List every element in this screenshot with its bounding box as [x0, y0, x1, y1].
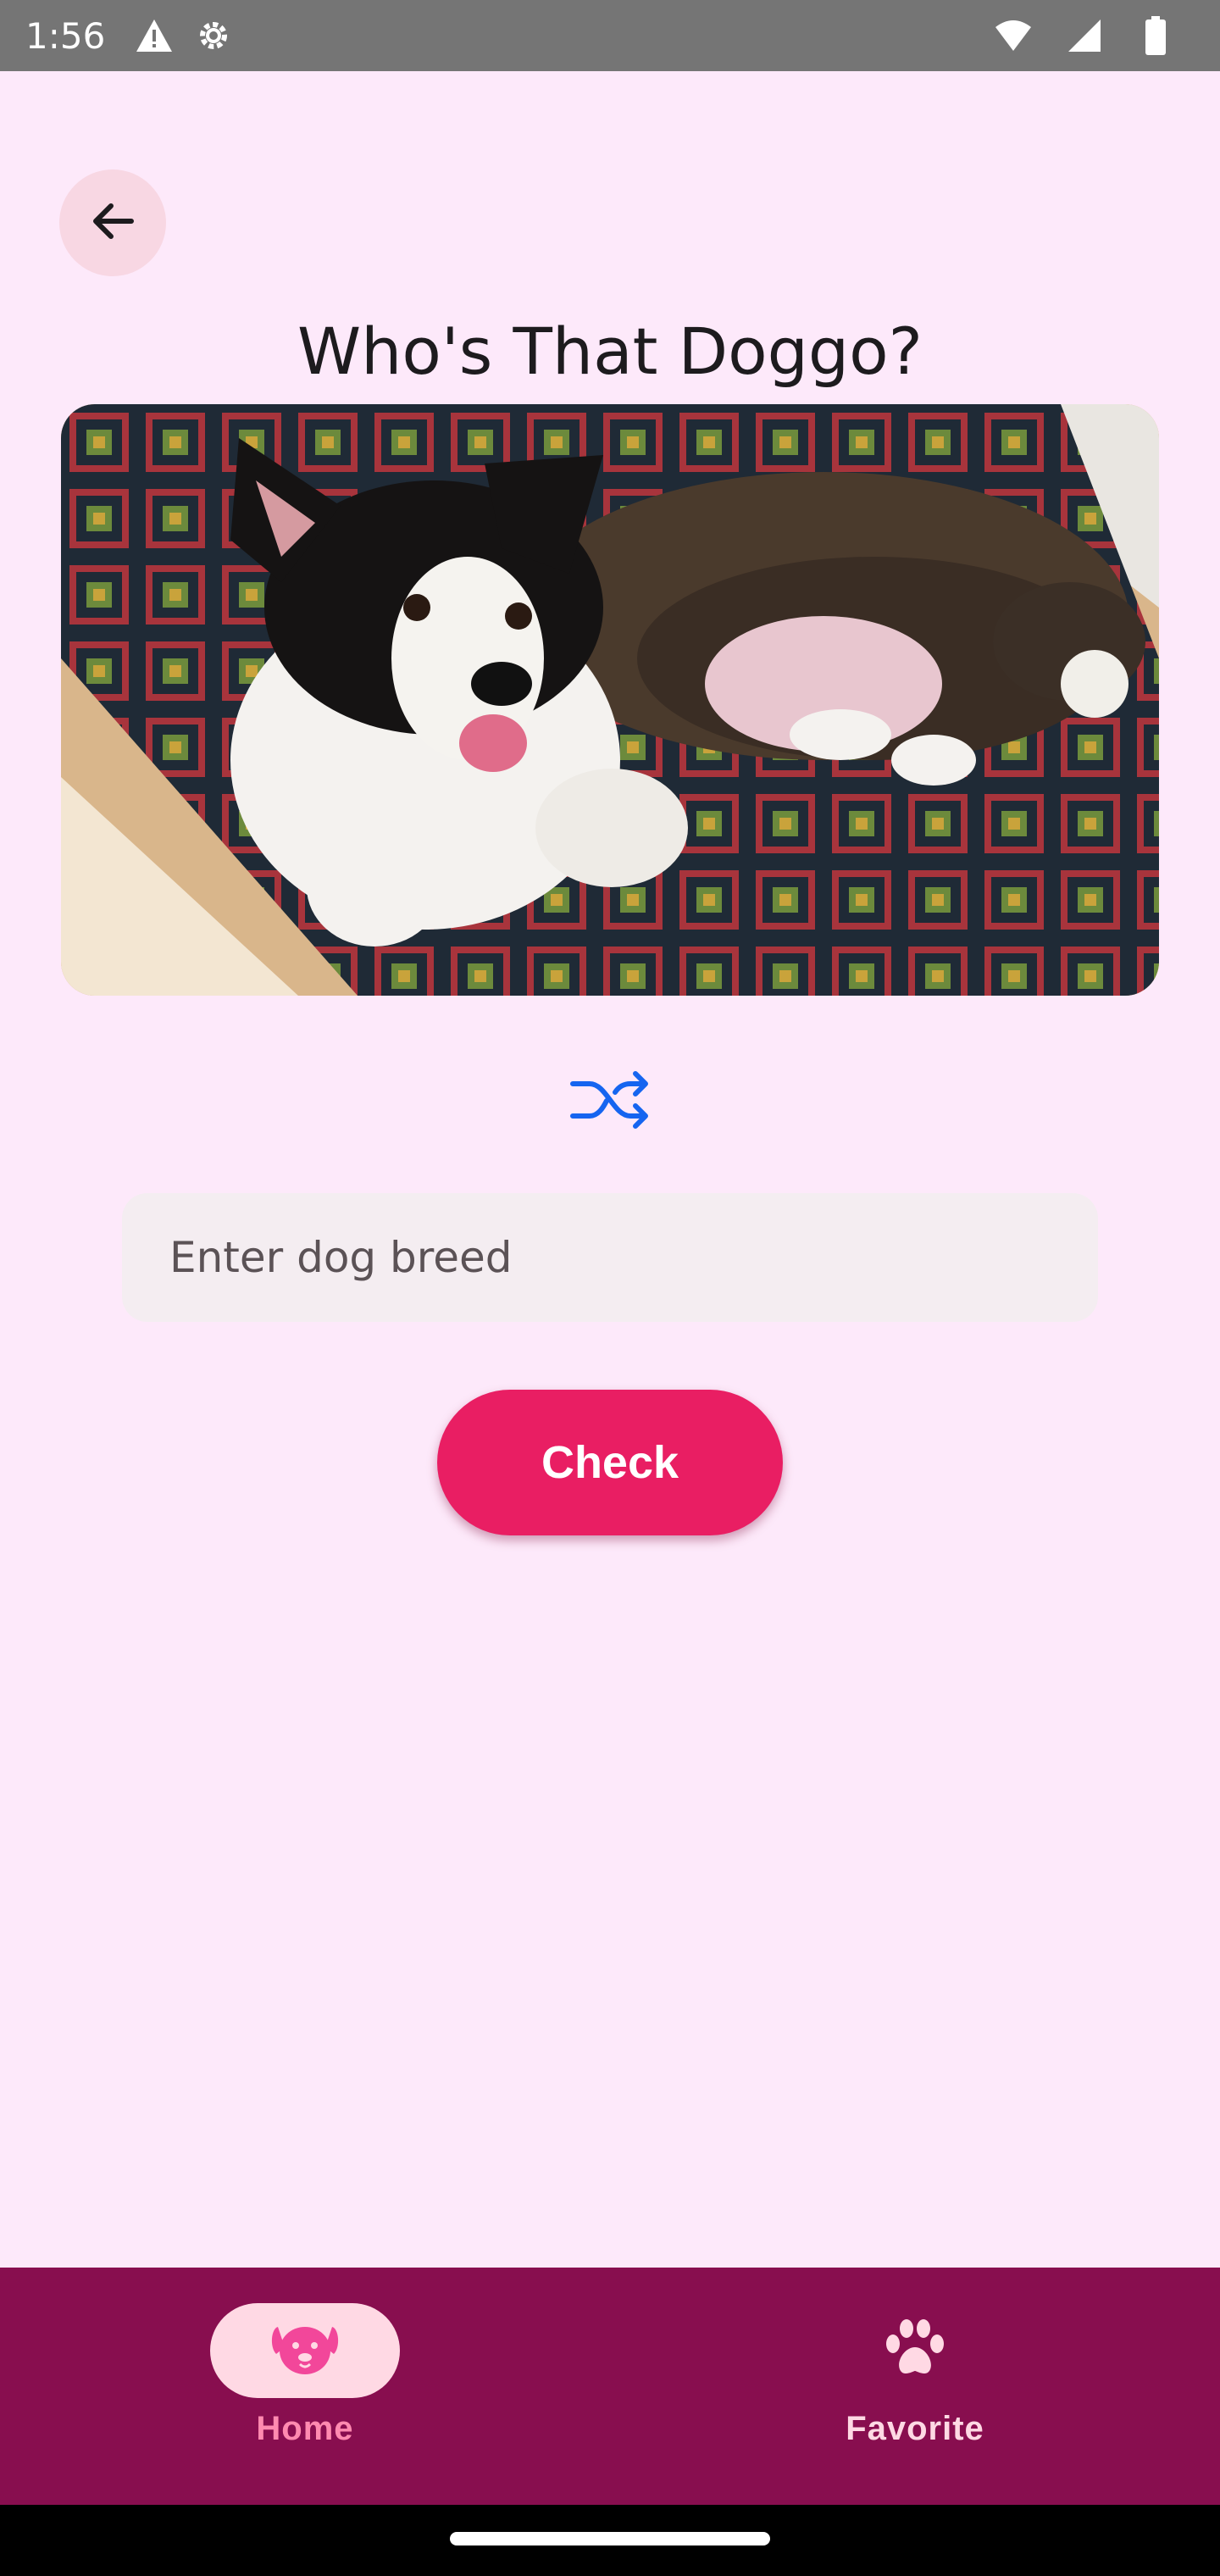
nav-label-home: Home — [256, 2410, 354, 2447]
status-time: 1:56 — [25, 14, 106, 57]
settings-icon — [193, 15, 234, 56]
breed-input-container[interactable] — [122, 1193, 1098, 1322]
paw-icon — [881, 2318, 949, 2384]
shuffle-button[interactable] — [559, 1063, 661, 1140]
dog-photo — [61, 404, 1159, 996]
back-button[interactable] — [59, 169, 166, 276]
nav-indicator-home — [210, 2303, 400, 2398]
nav-item-home[interactable]: Home — [0, 2268, 610, 2505]
nav-label-favorite: Favorite — [846, 2410, 984, 2447]
status-bar: 1:56 — [0, 0, 1220, 71]
shuffle-icon — [569, 1070, 651, 1134]
gesture-area — [0, 2505, 1220, 2576]
breed-input[interactable] — [169, 1233, 1051, 1282]
wifi-icon — [993, 15, 1034, 56]
bottom-nav: Home Favorite — [0, 2268, 1220, 2505]
page-title: Who's That Doggo? — [297, 314, 923, 389]
nav-indicator-favorite — [820, 2303, 1010, 2398]
signal-icon — [1064, 15, 1105, 56]
alert-icon — [134, 15, 175, 56]
dog-face-icon — [269, 2322, 341, 2380]
battery-icon — [1135, 15, 1176, 56]
gesture-handle[interactable] — [450, 2532, 770, 2545]
nav-item-favorite[interactable]: Favorite — [610, 2268, 1220, 2505]
check-button[interactable]: Check — [437, 1390, 783, 1535]
arrow-back-icon — [87, 196, 138, 251]
